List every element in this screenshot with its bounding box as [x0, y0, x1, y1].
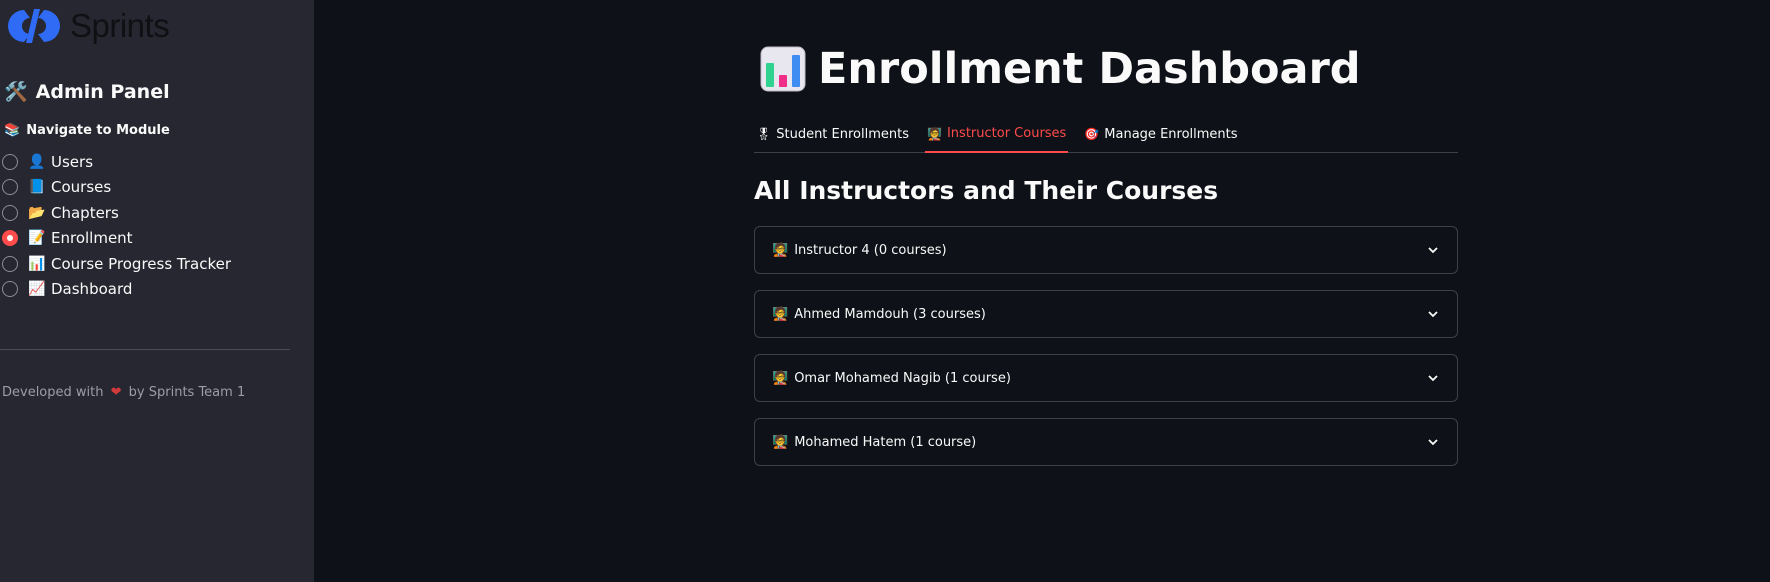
credit-suffix: by Sprints Team 1: [128, 385, 246, 400]
radio-course-progress-tracker[interactable]: 📊 Course Progress Tracker: [2, 251, 231, 277]
radio-chapters[interactable]: 📂 Chapters: [2, 200, 231, 226]
chevron-down-icon[interactable]: [1426, 307, 1440, 321]
instructor-list: 🧑‍🏫 Instructor 4 (0 courses) 🧑‍🏫 Ahmed M…: [754, 226, 1458, 482]
tab-student-enrollments[interactable]: 🎖 Student Enrollments: [754, 116, 911, 152]
folder-icon: 📂: [28, 204, 46, 221]
tab-label: Instructor Courses: [946, 126, 1067, 141]
page-title: Enrollment Dashboard: [760, 44, 1361, 94]
radio-label: Users: [51, 152, 94, 171]
radio-label: Enrollment: [51, 229, 133, 248]
expander-instructor[interactable]: 🧑‍🏫 Omar Mohamed Nagib (1 course): [754, 354, 1458, 402]
user-icon: 👤: [28, 153, 46, 170]
books-icon: 📚: [4, 123, 21, 138]
expander-label: Mohamed Hatem (1 course): [794, 434, 977, 450]
tab-bar: 🎖 Student Enrollments 🧑‍🏫 Instructor Cou…: [754, 116, 1458, 153]
logo-text: Sprints: [70, 7, 170, 44]
credit-prefix: Developed with: [2, 385, 104, 400]
section-title: All Instructors and Their Courses: [754, 176, 1219, 205]
chevron-down-icon[interactable]: [1426, 435, 1440, 449]
radio-dashboard[interactable]: 📈 Dashboard: [2, 277, 231, 303]
admin-panel-label: Admin Panel: [35, 80, 170, 103]
tab-label: Student Enrollments: [776, 126, 910, 142]
app-root: Sprints 🛠️ Admin Panel 📚 Navigate to Mod…: [0, 0, 1770, 582]
expander-label: Ahmed Mamdouh (3 courses): [794, 306, 986, 322]
memo-icon: 📝: [28, 230, 46, 247]
teacher-icon: 🧑‍🏫: [772, 434, 789, 450]
navigate-label: 📚 Navigate to Module: [4, 123, 170, 138]
book-icon: 📘: [28, 179, 46, 196]
target-icon: 🎯: [1084, 127, 1100, 141]
sidebar-divider: [0, 349, 290, 350]
radio-button[interactable]: [2, 153, 18, 170]
radio-button-selected[interactable]: [2, 230, 18, 247]
radio-label: Dashboard: [51, 280, 133, 299]
teacher-icon: 🧑‍🏫: [772, 306, 789, 322]
expander-label: Omar Mohamed Nagib (1 course): [794, 370, 1011, 386]
heart-icon: ❤: [110, 385, 122, 400]
teacher-icon: 🧑‍🏫: [772, 242, 789, 258]
bar-chart-icon: 📊: [28, 255, 46, 272]
radio-label: Courses: [51, 178, 112, 197]
developer-credit: Developed with ❤ by Sprints Team 1: [2, 385, 245, 400]
radio-button[interactable]: [2, 255, 18, 272]
expander-label: Instructor 4 (0 courses): [794, 242, 947, 258]
radio-button[interactable]: [2, 204, 18, 221]
admin-panel-title: 🛠️ Admin Panel: [4, 80, 170, 104]
chart-increasing-icon: 📈: [28, 281, 46, 298]
teacher-icon: 🧑‍🏫: [772, 370, 789, 386]
tab-instructor-courses[interactable]: 🧑‍🏫 Instructor Courses: [925, 116, 1069, 153]
navigate-label-text: Navigate to Module: [26, 123, 170, 138]
expander-instructor[interactable]: 🧑‍🏫 Ahmed Mamdouh (3 courses): [754, 290, 1458, 338]
sprints-logo: Sprints: [4, 6, 170, 46]
radio-button[interactable]: [2, 179, 18, 196]
radio-label: Course Progress Tracker: [51, 254, 232, 273]
sidebar: Sprints 🛠️ Admin Panel 📚 Navigate to Mod…: [0, 0, 314, 582]
expander-instructor[interactable]: 🧑‍🏫 Instructor 4 (0 courses): [754, 226, 1458, 274]
expander-instructor[interactable]: 🧑‍🏫 Mohamed Hatem (1 course): [754, 418, 1458, 466]
radio-button[interactable]: [2, 281, 18, 298]
tools-icon: 🛠️: [4, 81, 28, 103]
bar-chart-icon: [760, 46, 806, 92]
tab-manage-enrollments[interactable]: 🎯 Manage Enrollments: [1082, 116, 1239, 152]
module-radio-group: 👤 Users 📘 Courses 📂 Chapters 📝 Enrollmen…: [2, 149, 231, 302]
medal-icon: 🎖: [756, 127, 772, 141]
radio-users[interactable]: 👤 Users: [2, 149, 231, 175]
chevron-down-icon[interactable]: [1426, 371, 1440, 385]
sprints-logo-icon: [8, 9, 60, 43]
page-title-text: Enrollment Dashboard: [818, 44, 1361, 94]
teacher-icon: 🧑‍🏫: [927, 126, 942, 141]
chevron-down-icon[interactable]: [1426, 243, 1440, 257]
tab-label: Manage Enrollments: [1104, 126, 1238, 142]
radio-label: Chapters: [51, 203, 119, 222]
radio-enrollment[interactable]: 📝 Enrollment: [2, 226, 231, 252]
radio-courses[interactable]: 📘 Courses: [2, 175, 231, 201]
